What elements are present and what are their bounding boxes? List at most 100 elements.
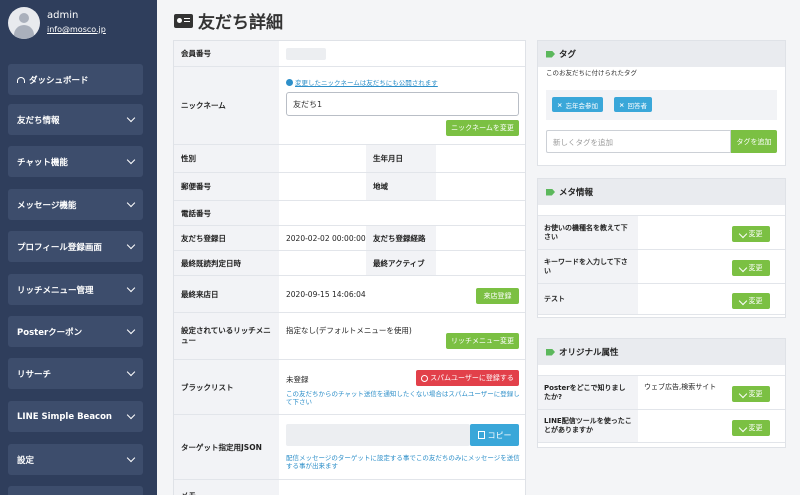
sidebar-item-label: プロフィール登録画面 — [17, 242, 102, 253]
member-no-label: 会員番号 — [174, 41, 279, 66]
sidebar-item-label: 友だち情報 — [17, 115, 60, 126]
member-no-value — [286, 48, 326, 60]
chevron-down-icon — [126, 283, 136, 293]
sidebar-item-chat[interactable]: チャット機能 — [8, 146, 143, 177]
pencil-icon — [738, 263, 747, 273]
meta-row: テスト 変更 — [538, 283, 785, 315]
last-active-label: 最終アクティブ — [366, 251, 436, 275]
sidebar-item-rich-menu[interactable]: リッチメニュー管理 — [8, 274, 143, 305]
pencil-icon — [738, 296, 747, 306]
original-change-button[interactable]: 変更 — [732, 386, 770, 402]
nickname-note: 変更したニックネームは友だちにも公開されます — [286, 79, 438, 87]
sidebar-item-friend-info[interactable]: 友だち情報 — [8, 104, 143, 135]
remove-tag-icon[interactable]: × — [557, 101, 562, 109]
sidebar-item-label: LINE Simple Beacon — [17, 411, 112, 422]
original-label: LINE配信ツールを使ったことがありますか — [538, 410, 638, 442]
meta-panel: メタ情報 お使いの機種名を教えて下さい 変更 キーワードを入力して下さい 変更 … — [537, 178, 786, 318]
blacklist-label: ブラックリスト — [174, 360, 279, 414]
pencil-icon — [738, 423, 747, 433]
sidebar-item-label: 設定 — [17, 455, 35, 466]
chevron-down-icon — [126, 155, 136, 165]
original-change-button[interactable]: 変更 — [732, 420, 770, 436]
nickname-input[interactable]: 友だち1 — [286, 92, 519, 116]
register-spam-button[interactable]: スパムユーザーに登録する — [416, 370, 519, 386]
last-read-label: 最終既読判定日時 — [174, 251, 279, 275]
friend-detail-table: 会員番号 ニックネーム 変更したニックネームは友だちにも公開されます 友だち1 … — [173, 40, 526, 495]
chevron-down-icon — [126, 198, 136, 208]
user-name: admin — [47, 10, 79, 21]
meta-label: キーワードを入力して下さい — [538, 250, 638, 283]
info-icon — [286, 79, 293, 86]
sidebar-item-research[interactable]: リサーチ — [8, 358, 143, 389]
pencil-icon — [738, 229, 747, 239]
chevron-down-icon — [126, 113, 136, 123]
tag-icon — [546, 188, 555, 196]
rich-menu-value: 指定なし(デフォルトメニューを使用) — [286, 326, 412, 335]
meta-change-button[interactable]: 変更 — [732, 293, 770, 309]
user-profile: admin info@mosco.jp — [0, 0, 157, 50]
original-header: オリジナル属性 — [538, 339, 785, 365]
row-blacklist: ブラックリスト 未登録 スパムユーザーに登録する この友だちからのチャット送信を… — [174, 360, 525, 415]
row-member-no: 会員番号 — [174, 41, 525, 67]
phone-label: 電話番号 — [174, 201, 279, 225]
row-zip: 郵便番号 地域 — [174, 173, 525, 201]
reg-date-value: 2020-02-02 00:00:00 — [286, 234, 366, 243]
change-rich-menu-button[interactable]: リッチメニュー変更 — [446, 333, 519, 349]
tags-subtitle: このお友だちに付けられたタグ — [546, 69, 637, 77]
reg-date-label: 友だち登録日 — [174, 226, 279, 250]
visit-register-button[interactable]: 来店登録 — [476, 288, 519, 304]
meta-change-button[interactable]: 変更 — [732, 260, 770, 276]
sidebar-item-label: リッチメニュー管理 — [17, 285, 94, 296]
sidebar-item-profile-form[interactable]: プロフィール登録画面 — [8, 231, 143, 262]
tags-panel: タグ このお友だちに付けられたタグ × 忘年会参加 × 回答者 新しくタグを追加 タ… — [537, 40, 786, 166]
sidebar-item-message[interactable]: メッセージ機能 — [8, 189, 143, 220]
main-content: 友だち詳細 会員番号 ニックネーム 変更したニックネームは友だちにも公開されます… — [157, 0, 800, 495]
tag-chip[interactable]: × 忘年会参加 — [552, 97, 603, 112]
sidebar-item-label: リサーチ — [17, 369, 52, 380]
page-title-text: 友だち詳細 — [198, 13, 283, 33]
chevron-down-icon — [126, 410, 136, 420]
row-rich-menu: 設定されているリッチメニュー 指定なし(デフォルトメニューを使用) リッチメニュ… — [174, 313, 525, 360]
row-target-json: ターゲット指定用JSON コピー 配信メッセージのターゲットに設定する事でこの友… — [174, 415, 525, 480]
tags-header: タグ — [538, 41, 785, 67]
memo-label: メモ — [174, 480, 279, 495]
change-nickname-button[interactable]: ニックネームを変更 — [446, 120, 519, 136]
tag-list: × 忘年会参加 × 回答者 — [546, 90, 777, 120]
sidebar-item-beacon[interactable]: LINE Simple Beacon — [8, 401, 143, 432]
user-email-link[interactable]: info@mosco.jp — [47, 25, 106, 34]
target-json-field[interactable] — [286, 424, 470, 446]
birthday-label: 生年月日 — [366, 145, 436, 172]
last-visit-label: 最終来店日 — [174, 276, 279, 312]
original-row: LINE配信ツールを使ったことがありますか 変更 — [538, 409, 785, 443]
sidebar-item-settings[interactable]: 設定 — [8, 444, 143, 475]
tag-icon — [546, 50, 555, 58]
target-json-label: ターゲット指定用JSON — [174, 415, 279, 479]
add-tag-button[interactable]: タグを追加 — [731, 130, 777, 153]
sidebar-item-more[interactable] — [8, 486, 143, 495]
sidebar: admin info@mosco.jp ダッシュボード 友だち情報 チャット機能… — [0, 0, 157, 495]
tag-icon — [546, 348, 555, 356]
copy-icon — [477, 431, 485, 439]
meta-change-button[interactable]: 変更 — [732, 226, 770, 242]
tag-chip[interactable]: × 回答者 — [614, 97, 652, 112]
meta-row: キーワードを入力して下さい 変更 — [538, 249, 785, 283]
original-attributes-panel: オリジナル属性 Posterをどこで知りましたか? ウェブ広告,検索サイト 変更… — [537, 338, 786, 448]
reg-route-label: 友だち登録経路 — [366, 226, 436, 250]
copy-button[interactable]: コピー — [470, 424, 519, 446]
row-last-read: 最終既読判定日時 最終アクティブ — [174, 251, 525, 276]
meta-row: お使いの機種名を教えて下さい 変更 — [538, 215, 785, 249]
remove-tag-icon[interactable]: × — [619, 101, 624, 109]
target-note: 配信メッセージのターゲットに設定する事でこの友だちのみにメッセージを送信する事が… — [286, 454, 520, 470]
sidebar-item-label: メッセージ機能 — [17, 200, 77, 211]
chevron-down-icon — [126, 367, 136, 377]
rich-menu-label: 設定されているリッチメニュー — [174, 313, 279, 359]
meta-header: メタ情報 — [538, 179, 785, 205]
sidebar-item-dashboard[interactable]: ダッシュボード — [8, 64, 143, 95]
sidebar-item-poster-coupon[interactable]: Posterクーポン — [8, 316, 143, 347]
zip-label: 郵便番号 — [174, 173, 279, 200]
new-tag-input[interactable]: 新しくタグを追加 — [546, 130, 731, 153]
gender-label: 性別 — [174, 145, 279, 172]
sidebar-item-label: Posterクーポン — [17, 327, 83, 338]
sidebar-item-label: チャット機能 — [17, 157, 68, 168]
chevron-down-icon — [126, 453, 136, 463]
